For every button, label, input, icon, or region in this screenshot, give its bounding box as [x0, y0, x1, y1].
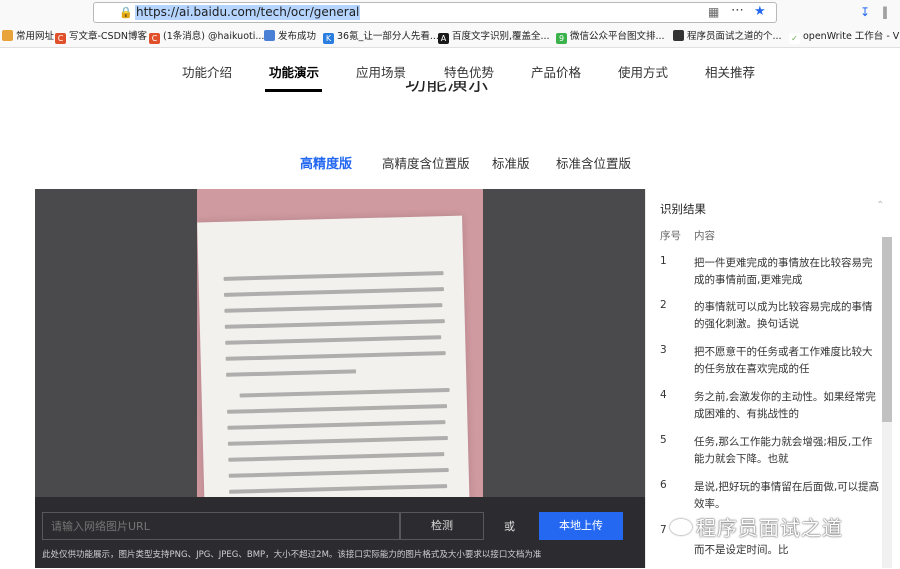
- bookmark-item[interactable]: 9 微信公众平台图文排...: [556, 30, 665, 44]
- download-icon[interactable]: ↧: [860, 5, 870, 19]
- address-bar[interactable]: 🔒 https://ai.baidu.com/tech/ocr/general …: [93, 2, 777, 23]
- tab-high-precision[interactable]: 高精度版: [300, 153, 352, 172]
- local-upload-button[interactable]: 本地上传: [539, 512, 623, 540]
- nav-item-intro[interactable]: 功能介绍: [182, 62, 232, 81]
- bookmark-item[interactable]: 常用网址: [2, 30, 54, 44]
- column-header-number: 序号: [660, 230, 681, 242]
- qr-code-icon[interactable]: ▦: [708, 5, 719, 19]
- bookmark-item[interactable]: 程序员面试之道的个...: [673, 30, 782, 44]
- folder-icon: [2, 30, 13, 41]
- openwrite-icon: ✓: [789, 33, 800, 44]
- result-row: 4 务之前,会激发你的主动性。如果经常完成困难的、有挑战性的: [660, 389, 876, 420]
- ai-icon: A: [438, 33, 449, 44]
- or-label: 或: [504, 520, 515, 533]
- nav-item-usage[interactable]: 使用方式: [618, 62, 668, 81]
- result-row: 3 把不愿意干的任务或者工作难度比较大的任务放在喜欢完成的任: [660, 344, 873, 375]
- image-url-input[interactable]: [42, 512, 400, 540]
- browser-toolbar: ◯ 🔒 https://ai.baidu.com/tech/ocr/genera…: [0, 0, 900, 26]
- chevron-up-icon[interactable]: ⌃: [876, 200, 884, 211]
- watermark: 程序员面试之道: [670, 512, 843, 541]
- tab-standard-position[interactable]: 标准含位置版: [556, 153, 631, 172]
- nav-item-pricing[interactable]: 产品价格: [531, 62, 581, 81]
- lock-icon: 🔒: [119, 6, 133, 19]
- bookmarks-bar: 常用网址 C 写文章-CSDN博客 C (1条消息) @haikuoti... 发布…: [0, 26, 900, 48]
- csdn-icon: C: [149, 33, 160, 44]
- bookmark-item[interactable]: ✓ openWrite 工作台 - V2: [789, 30, 900, 44]
- url-text[interactable]: https://ai.baidu.com/tech/ocr/general: [135, 5, 361, 20]
- active-tab-indicator: [265, 89, 322, 92]
- bookmark-item[interactable]: C (1条消息) @haikuoti...: [149, 30, 264, 44]
- sample-photo: [197, 189, 483, 499]
- tab-high-precision-position[interactable]: 高精度含位置版: [382, 153, 470, 172]
- bookmark-item[interactable]: A 百度文字识别,覆盖全...: [438, 30, 550, 44]
- nav-item-demo[interactable]: 功能演示: [269, 62, 319, 81]
- results-scrollbar-thumb[interactable]: [882, 237, 892, 422]
- csdn-icon: C: [55, 33, 66, 44]
- wechat-icon: [670, 519, 692, 535]
- nav-item-advantages[interactable]: 特色优势: [444, 62, 494, 81]
- bookmark-item[interactable]: 发布成功: [264, 30, 316, 44]
- image-input-bar: 检测 或 本地上传 此处仅供功能展示，图片类型支持PNG、JPG、JPEG、BM…: [35, 497, 645, 568]
- nav-item-recommend[interactable]: 相关推荐: [705, 62, 755, 81]
- section-title: 功能演示: [405, 81, 489, 95]
- 96-icon: 9: [556, 33, 567, 44]
- bookmark-star-icon[interactable]: ★: [754, 4, 766, 19]
- bookmark-item[interactable]: K 36氪_让一部分人先看...: [323, 30, 439, 44]
- profile-icon: [673, 30, 684, 41]
- tab-standard[interactable]: 标准版: [492, 153, 530, 172]
- nav-item-scenarios[interactable]: 应用场景: [356, 62, 406, 81]
- upload-hint: 此处仅供功能展示，图片类型支持PNG、JPG、JPEG、BMP，大小不超过2M。…: [42, 550, 542, 560]
- segmentfault-icon: [264, 30, 275, 41]
- kr-icon: K: [323, 33, 334, 44]
- results-title: 识别结果: [660, 202, 706, 216]
- column-header-content: 内容: [694, 230, 715, 242]
- more-icon[interactable]: ⋯: [731, 3, 744, 18]
- result-row: 1 把一件更难完成的事情放在比较容易完成的事情前面,更难完成: [660, 255, 873, 286]
- detect-button[interactable]: 检测: [400, 512, 484, 540]
- library-icon[interactable]: ‖: [882, 5, 888, 19]
- result-row: 2 的事情就可以成为比较容易完成的事情的强化刺激。换句话说: [660, 299, 873, 330]
- bookmark-item[interactable]: C 写文章-CSDN博客: [55, 30, 147, 44]
- result-row: 5 任务,那么工作能力就会增强;相反,工作能力就会下降。也就: [660, 434, 873, 465]
- paper-document: [197, 215, 470, 499]
